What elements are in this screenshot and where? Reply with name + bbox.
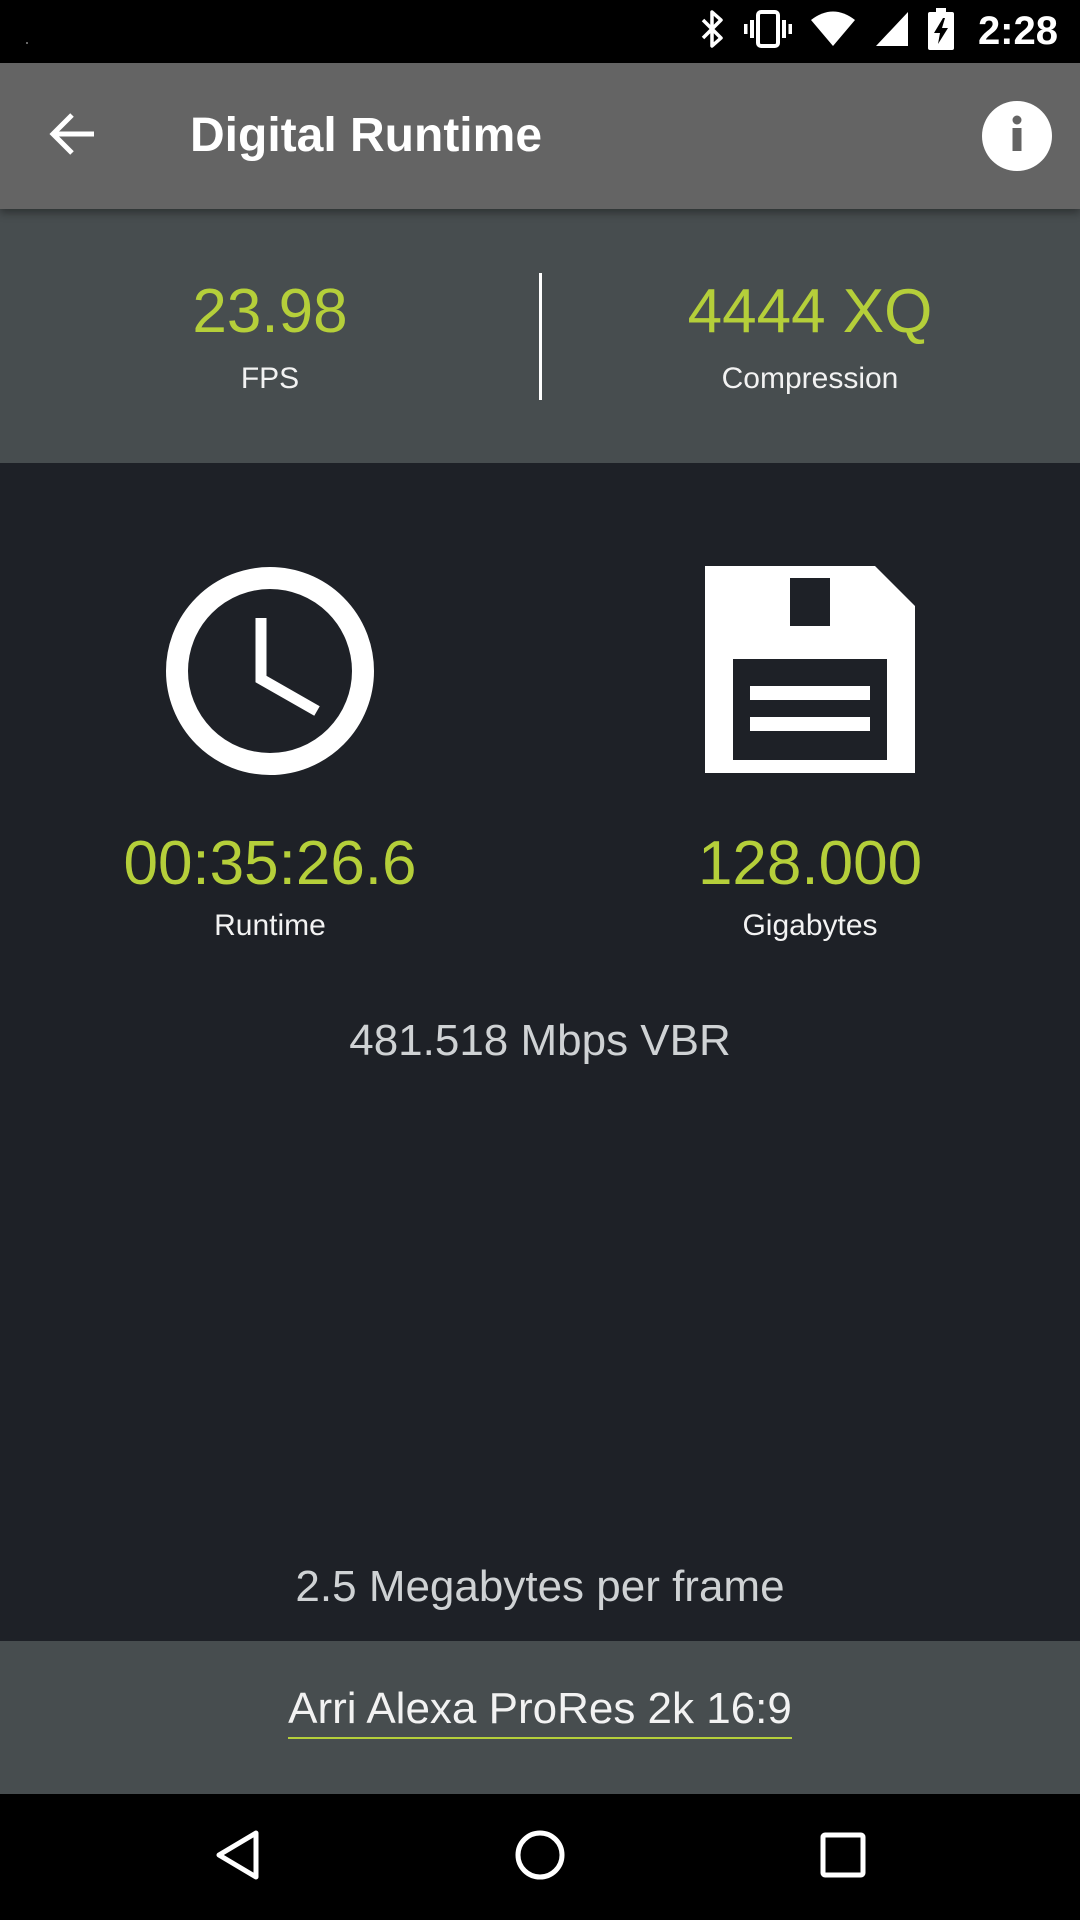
stats-header: 23.98 FPS 4444 XQ Compression [0,209,1080,463]
compression-stat[interactable]: 4444 XQ Compression [540,209,1080,463]
bitrate-text: 481.518 Mbps VBR [349,1016,731,1065]
system-nav-bar [0,1794,1080,1920]
compression-value: 4444 XQ [687,277,933,346]
gigabytes-label: Gigabytes [742,909,878,942]
signal-icon [874,9,910,54]
bluetooth-icon [700,9,726,54]
nav-home-button[interactable] [500,1817,580,1897]
runtime-value: 00:35:26.6 [123,829,417,898]
back-button[interactable] [30,101,114,171]
fps-stat[interactable]: 23.98 FPS [0,209,540,463]
page-title: Digital Runtime [190,109,543,162]
info-button[interactable] [982,101,1052,171]
home-circle-icon [514,1829,566,1886]
vibrate-icon [743,9,792,54]
per-frame-text: 2.5 Megabytes per frame [295,1562,785,1611]
fps-value: 23.98 [192,277,348,346]
nav-back-button[interactable] [197,1817,277,1897]
compression-label: Compression [721,362,899,395]
main-content: 00:35:26.6 Runtime 128.000 Gigabytes 481… [0,463,1080,1641]
gigabytes-value: 128.000 [697,829,923,898]
preset-footer: Arri Alexa ProRes 2k 16:9 [0,1641,1080,1794]
preset-label: Arri Alexa ProRes 2k 16:9 [288,1687,792,1739]
arrow-back-icon [48,112,96,161]
notification-dot [26,42,28,44]
info-icon [1007,114,1027,159]
nav-recents-button[interactable] [803,1817,883,1897]
preset-selector[interactable]: Arri Alexa ProRes 2k 16:9 [0,1687,1080,1739]
battery-charging-icon [927,8,954,55]
runtime-label: Runtime [214,909,326,942]
floppy-disk-icon [705,566,915,776]
clock-icon [165,566,375,776]
recents-square-icon [820,1832,866,1883]
screen: 2:28 Digital Runtime 23.98 FPS 4444 XQ C… [0,0,1080,1920]
wifi-icon [810,9,856,54]
fps-label: FPS [240,362,300,395]
status-icons: 2:28 [700,0,1058,63]
back-triangle-icon [214,1829,260,1886]
app-bar: Digital Runtime [0,63,1080,209]
status-time: 2:28 [977,9,1058,53]
status-bar: 2:28 [0,0,1080,63]
